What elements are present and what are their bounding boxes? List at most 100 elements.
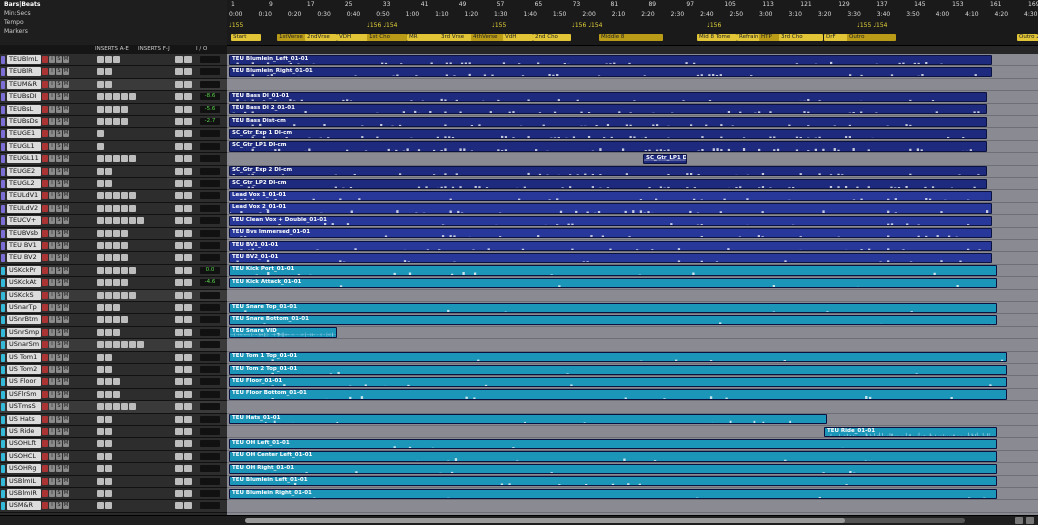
io-button[interactable] xyxy=(175,403,183,411)
audio-clip[interactable]: TEU Hats_01-01 xyxy=(229,414,827,425)
solo-button[interactable]: S xyxy=(56,477,62,485)
audio-clip[interactable]: TEU Bass DI 2_01-01 xyxy=(229,104,987,115)
volume-readout[interactable] xyxy=(200,80,220,88)
io-button[interactable] xyxy=(175,415,183,423)
io-button[interactable] xyxy=(184,68,192,76)
volume-readout[interactable] xyxy=(200,217,220,225)
solo-button[interactable]: S xyxy=(56,80,62,88)
volume-readout[interactable] xyxy=(200,254,220,262)
insert-slot[interactable] xyxy=(97,341,104,349)
insert-slot[interactable] xyxy=(129,266,136,274)
record-button[interactable] xyxy=(42,403,48,411)
io-button[interactable] xyxy=(175,180,183,187)
audio-clip[interactable]: TEU Snare Top_01-01 xyxy=(229,302,997,313)
input-button[interactable]: I xyxy=(49,105,55,113)
audio-clip[interactable]: Lead Vox 1_01-01 xyxy=(229,190,992,202)
insert-slot[interactable] xyxy=(105,353,112,361)
volume-readout[interactable] xyxy=(200,341,220,349)
insert-slot[interactable] xyxy=(113,118,120,125)
record-button[interactable] xyxy=(42,279,48,287)
input-button[interactable]: I xyxy=(49,242,55,249)
insert-slot[interactable] xyxy=(97,93,104,101)
insert-slot[interactable] xyxy=(97,279,104,287)
solo-button[interactable]: S xyxy=(56,452,62,460)
audio-clip[interactable]: TEU OH Center Left_01-01 xyxy=(229,451,997,462)
insert-slot[interactable] xyxy=(113,192,120,200)
mute-button[interactable]: M xyxy=(63,428,69,435)
io-button[interactable] xyxy=(175,465,183,473)
io-button[interactable] xyxy=(175,341,183,349)
marker-vdh[interactable]: VdH xyxy=(503,34,533,41)
audio-clip[interactable]: TEU Kick Attack_01-01 xyxy=(229,277,997,289)
solo-button[interactable]: S xyxy=(56,254,62,262)
io-button[interactable] xyxy=(184,440,192,448)
track-name[interactable]: TEUGL2 xyxy=(7,179,41,188)
solo-button[interactable]: S xyxy=(56,291,62,299)
io-button[interactable] xyxy=(175,242,183,249)
solo-button[interactable]: S xyxy=(56,68,62,76)
solo-button[interactable]: S xyxy=(56,56,62,63)
solo-button[interactable]: S xyxy=(56,465,62,473)
insert-slot[interactable] xyxy=(97,56,104,63)
marker-vdh[interactable]: VDH xyxy=(337,34,369,41)
insert-slot[interactable] xyxy=(121,341,128,349)
audio-clip[interactable]: TEU Blumlein_Right_01-01 xyxy=(229,66,992,78)
track-name[interactable]: USBlmIL xyxy=(7,476,41,486)
insert-slot[interactable] xyxy=(121,316,128,324)
io-button[interactable] xyxy=(175,254,183,262)
track-row[interactable]: USBlmIR I S M xyxy=(0,488,227,501)
track-row[interactable]: TEULdV2 I S M xyxy=(0,202,227,216)
solo-button[interactable]: S xyxy=(56,217,62,225)
insert-slot[interactable] xyxy=(97,477,104,485)
track-row[interactable]: TEUGE1 I S M xyxy=(0,128,227,141)
track-row[interactable]: US Ride I S M xyxy=(0,426,227,439)
insert-slot[interactable] xyxy=(97,180,104,187)
track-name[interactable]: TEUGL11 xyxy=(7,154,41,164)
mute-button[interactable]: M xyxy=(63,341,69,349)
track-row[interactable]: USnarTp I S M xyxy=(0,302,227,315)
record-button[interactable] xyxy=(42,192,48,200)
io-button[interactable] xyxy=(175,130,183,138)
mute-button[interactable]: M xyxy=(63,490,69,497)
timeline-rulers[interactable]: 1 9 17 25 33 41 49 57 65 73 81 89 97 105 113 121 129 137 1… xyxy=(227,0,1038,46)
io-button[interactable] xyxy=(175,366,183,373)
io-button[interactable] xyxy=(184,353,192,361)
insert-slot[interactable] xyxy=(97,167,104,175)
record-button[interactable] xyxy=(42,341,48,349)
insert-slot[interactable] xyxy=(113,279,120,287)
track-name[interactable]: USTmsS xyxy=(7,402,41,412)
track-name[interactable]: TEUBlR xyxy=(7,67,41,77)
record-button[interactable] xyxy=(42,328,48,336)
record-button[interactable] xyxy=(42,378,48,386)
insert-slot[interactable] xyxy=(97,142,104,150)
audio-clip[interactable]: TEU OH Right_01-01 xyxy=(229,463,997,475)
tempo-marker[interactable]: ♩155 ♩154 xyxy=(857,22,887,29)
track-name[interactable]: TEU BV1 xyxy=(7,241,41,250)
insert-slot[interactable] xyxy=(113,304,120,311)
track-row[interactable]: TEUGL11 I S M xyxy=(0,153,227,166)
insert-slot[interactable] xyxy=(105,180,112,187)
ruler-row-markers[interactable]: Markers xyxy=(0,27,227,36)
insert-slot[interactable] xyxy=(113,217,120,225)
input-button[interactable]: I xyxy=(49,477,55,485)
insert-slot[interactable] xyxy=(137,217,144,225)
io-button[interactable] xyxy=(184,192,192,200)
solo-button[interactable]: S xyxy=(56,204,62,212)
io-button[interactable] xyxy=(184,477,192,485)
io-button[interactable] xyxy=(175,217,183,225)
io-button[interactable] xyxy=(184,378,192,386)
solo-button[interactable]: S xyxy=(56,279,62,287)
volume-readout[interactable] xyxy=(200,180,220,187)
input-button[interactable]: I xyxy=(49,204,55,212)
mute-button[interactable]: M xyxy=(63,167,69,175)
track-name[interactable]: USBlmIR xyxy=(7,489,41,498)
mute-button[interactable]: M xyxy=(63,180,69,187)
input-button[interactable]: I xyxy=(49,403,55,411)
input-button[interactable]: I xyxy=(49,80,55,88)
input-button[interactable]: I xyxy=(49,440,55,448)
insert-slot[interactable] xyxy=(97,105,104,113)
track-row[interactable]: TEUCV+ I S M xyxy=(0,215,227,228)
mute-button[interactable]: M xyxy=(63,279,69,287)
record-button[interactable] xyxy=(42,56,48,63)
insert-slot[interactable] xyxy=(105,93,112,101)
